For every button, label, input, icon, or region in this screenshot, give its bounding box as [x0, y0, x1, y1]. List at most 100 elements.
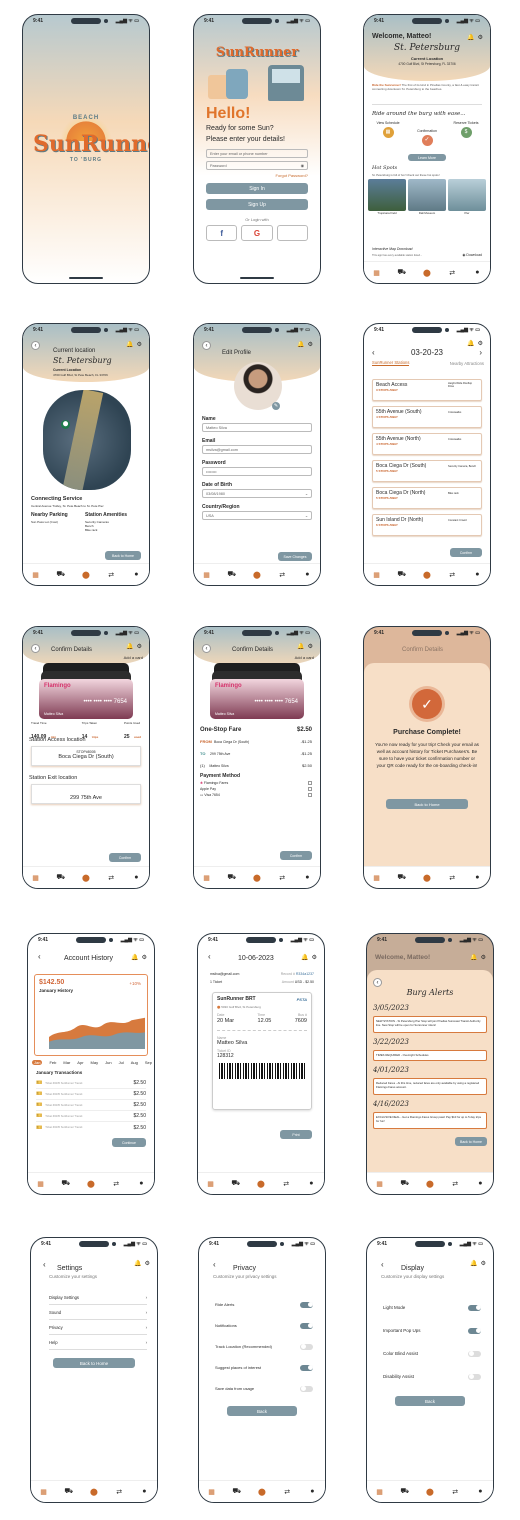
step-confirmation[interactable]: Confirmation ✓ [411, 129, 443, 148]
gear-icon[interactable]: ⚙ [478, 340, 483, 347]
alert-box[interactable]: TIMES REQUIRED - Overnight Schedules [373, 1050, 487, 1061]
station-item[interactable]: 55th Avenue (North) Crosswalks 4 STOPS AWA… [372, 433, 482, 455]
nav-user-icon[interactable]: ● [139, 1488, 149, 1495]
settings-item[interactable]: Sound › [49, 1305, 147, 1320]
bell-icon[interactable]: 🔔 [131, 954, 138, 961]
chevron-left-icon[interactable]: ‹ [372, 348, 375, 357]
month-chip[interactable]: Apr [77, 1060, 83, 1065]
nav-transfer-icon[interactable]: ⇄ [277, 874, 287, 882]
ride-alerts-toggle[interactable] [300, 1301, 313, 1308]
alert-box[interactable]: Reduced Fares - At this time, reduced fa… [373, 1078, 487, 1095]
nav-pin-icon[interactable]: ⬤ [252, 571, 262, 579]
bell-icon[interactable]: 🔔 [301, 954, 308, 961]
nav-bus-icon[interactable]: ⛟ [56, 570, 66, 579]
ticket-card[interactable]: SunRunner BRT PSTA ⬤ 5030 Gulf Blvd, St P… [212, 992, 312, 1110]
nav-pin-icon[interactable]: ⬤ [252, 874, 262, 882]
nav-grid-icon[interactable]: ▦ [39, 1488, 49, 1496]
dob-select[interactable]: 03/08/1980 ⌄ [202, 489, 312, 498]
bell-icon[interactable]: 🔔 [470, 1260, 477, 1267]
nav-grid-icon[interactable]: ▦ [372, 874, 382, 882]
bell-icon[interactable]: 🔔 [297, 643, 304, 650]
back-home-button[interactable]: Back to Home [455, 1137, 487, 1146]
learn-more-button[interactable]: Learn More [408, 154, 446, 161]
tab-stations[interactable]: SunRunner Stations [372, 360, 410, 366]
map-view[interactable]: ⬤ [43, 390, 131, 490]
nav-user-icon[interactable]: ● [131, 571, 141, 578]
nav-grid-icon[interactable]: ▦ [206, 1180, 216, 1188]
payment-option[interactable]: Apple Pay [200, 787, 312, 791]
payment-option[interactable]: ❀ Flamingo Fares [200, 781, 312, 785]
color-blind-toggle[interactable] [468, 1350, 481, 1357]
nav-pin-icon[interactable]: ⬤ [86, 1180, 96, 1188]
sign-up-button[interactable]: Sign Up [206, 199, 308, 210]
nav-user-icon[interactable]: ● [475, 1180, 485, 1187]
password-field[interactable]: •••••••• [202, 467, 312, 476]
nav-pin-icon[interactable]: ⬤ [425, 1180, 435, 1188]
gear-icon[interactable]: ⚙ [312, 954, 317, 961]
payment-option[interactable]: ▭ Visa 7654 [200, 793, 312, 797]
sign-in-button[interactable]: Sign In [206, 183, 308, 194]
settings-item[interactable]: Display Settings › [49, 1290, 147, 1305]
nav-transfer-icon[interactable]: ⇄ [447, 571, 457, 579]
nav-bus-icon[interactable]: ⛟ [227, 873, 237, 882]
nav-user-icon[interactable]: ● [306, 1180, 316, 1187]
nav-grid-icon[interactable]: ▦ [372, 269, 382, 277]
nav-pin-icon[interactable]: ⬤ [257, 1488, 267, 1496]
notifications-toggle[interactable] [300, 1322, 313, 1329]
gear-icon[interactable]: ⚙ [481, 1260, 486, 1267]
nav-transfer-icon[interactable]: ⇄ [277, 571, 287, 579]
nav-transfer-icon[interactable]: ⇄ [106, 874, 116, 882]
nav-transfer-icon[interactable]: ⇄ [450, 1180, 460, 1188]
nav-transfer-icon[interactable]: ⇄ [111, 1180, 121, 1188]
month-chip[interactable]: Jan [32, 1060, 43, 1065]
download-link[interactable]: ◉ Download [462, 253, 482, 257]
bell-icon[interactable]: 🔔 [126, 643, 133, 650]
nav-bus-icon[interactable]: ⛟ [400, 1487, 410, 1496]
nav-grid-icon[interactable]: ▦ [375, 1488, 385, 1496]
nav-user-icon[interactable]: ● [472, 269, 482, 276]
nav-grid-icon[interactable]: ▦ [372, 571, 382, 579]
track-location-toggle[interactable] [300, 1343, 313, 1350]
back-button[interactable]: Back [227, 1406, 297, 1416]
nav-bus-icon[interactable]: ⛟ [64, 1487, 74, 1496]
google-icon[interactable]: G [241, 225, 273, 241]
nav-grid-icon[interactable]: ▦ [31, 874, 41, 882]
edit-avatar-icon[interactable]: ✎ [272, 402, 280, 410]
email-field[interactable]: msilva@gmail.com [202, 445, 312, 454]
back-button[interactable]: ‹ [31, 644, 40, 653]
facebook-icon[interactable]: f [206, 225, 238, 241]
nav-grid-icon[interactable]: ▦ [202, 874, 212, 882]
suggest-places-toggle[interactable] [300, 1364, 313, 1371]
disability-toggle[interactable] [468, 1373, 481, 1380]
spot-card[interactable]: Dali Museum [408, 179, 446, 215]
bell-icon[interactable]: 🔔 [134, 1260, 141, 1267]
popups-toggle[interactable] [468, 1327, 481, 1334]
save-changes-button[interactable]: Save Changes [278, 552, 312, 561]
bell-icon[interactable]: 🔔 [297, 341, 304, 348]
checkbox[interactable] [308, 787, 312, 791]
bell-icon[interactable]: 🔔 [470, 954, 477, 961]
gear-icon[interactable]: ⚙ [142, 954, 147, 961]
nav-transfer-icon[interactable]: ⇄ [106, 571, 116, 579]
nav-transfer-icon[interactable]: ⇄ [282, 1488, 292, 1496]
spot-card[interactable]: Tropicana Field [368, 179, 406, 215]
nav-bus-icon[interactable]: ⛟ [231, 1179, 241, 1188]
step-reserve[interactable]: Reserve Tickets $ [450, 121, 482, 140]
month-chip[interactable]: Feb [49, 1060, 56, 1065]
nav-bus-icon[interactable]: ⛟ [397, 873, 407, 882]
step-schedule[interactable]: View Schedule ▦ [372, 121, 404, 140]
nav-bus-icon[interactable]: ⛟ [397, 570, 407, 579]
nav-bus-icon[interactable]: ⛟ [232, 1487, 242, 1496]
add-card-link[interactable]: Add a card [124, 655, 143, 660]
nav-grid-icon[interactable]: ▦ [207, 1488, 217, 1496]
gear-icon[interactable]: ⚙ [481, 954, 486, 961]
nav-grid-icon[interactable]: ▦ [375, 1180, 385, 1188]
settings-item[interactable]: Privacy › [49, 1320, 147, 1335]
nav-transfer-icon[interactable]: ⇄ [281, 1180, 291, 1188]
station-item[interactable]: Boca Ciega Dr (South) Security Camera, Be… [372, 460, 482, 482]
eye-icon[interactable]: ◉ [301, 163, 304, 168]
spot-card[interactable]: Pier [448, 179, 486, 215]
name-field[interactable]: Matteo Silva [202, 423, 312, 432]
station-item[interactable]: Boca Ciega Dr (North) Bike rack 5 STOPS AW… [372, 487, 482, 509]
tx-row[interactable]: 🎫 Ticket #0235 SunRunner Transit $2.50 [36, 1122, 146, 1133]
